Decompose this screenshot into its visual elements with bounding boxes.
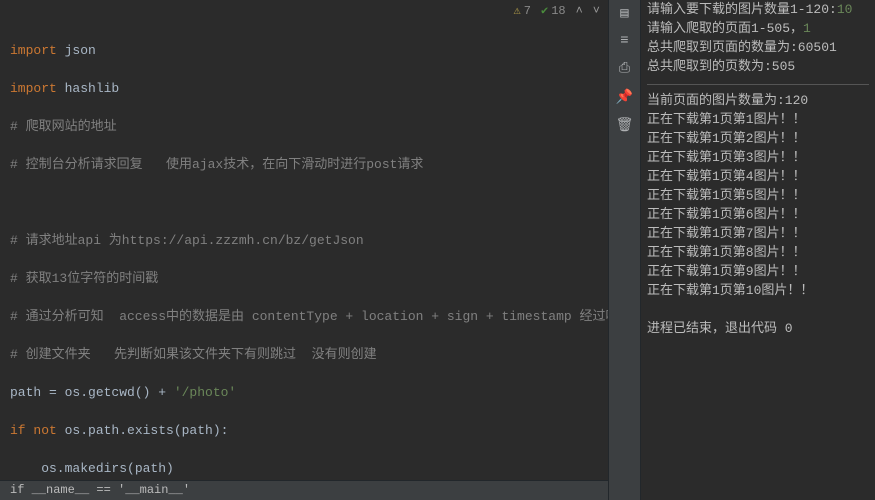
run-console[interactable]: 请输入要下载的图片数量1-120:10 请输入爬取的页面1-505，1 总共爬取… [640,0,875,500]
chevron-up-icon[interactable]: ˄ [576,4,583,18]
pin-icon[interactable]: 📌 [616,88,634,106]
side-toolbar: ▤ ≡ ⎙ 📌 🗑 [608,0,640,500]
code-editor[interactable]: import json import hashlib # 爬取网站的地址 # 控… [0,22,608,480]
check-count: 18 [551,4,565,18]
warning-count: 7 [524,4,531,18]
breadcrumb[interactable]: if __name__ == '__main__' [0,480,608,500]
separator [647,84,869,85]
print-icon[interactable]: ⎙ [616,60,634,78]
check-icon: ✔ [541,3,548,18]
inspections-widget[interactable]: ⚠7 ✔18 ˄ ˅ [514,3,600,18]
trash-icon[interactable]: 🗑 [616,116,634,134]
warning-icon: ⚠ [514,3,521,18]
chevron-down-icon[interactable]: ˅ [593,4,600,18]
stack-icon[interactable]: ≡ [616,32,634,50]
layers-icon[interactable]: ▤ [616,4,634,22]
